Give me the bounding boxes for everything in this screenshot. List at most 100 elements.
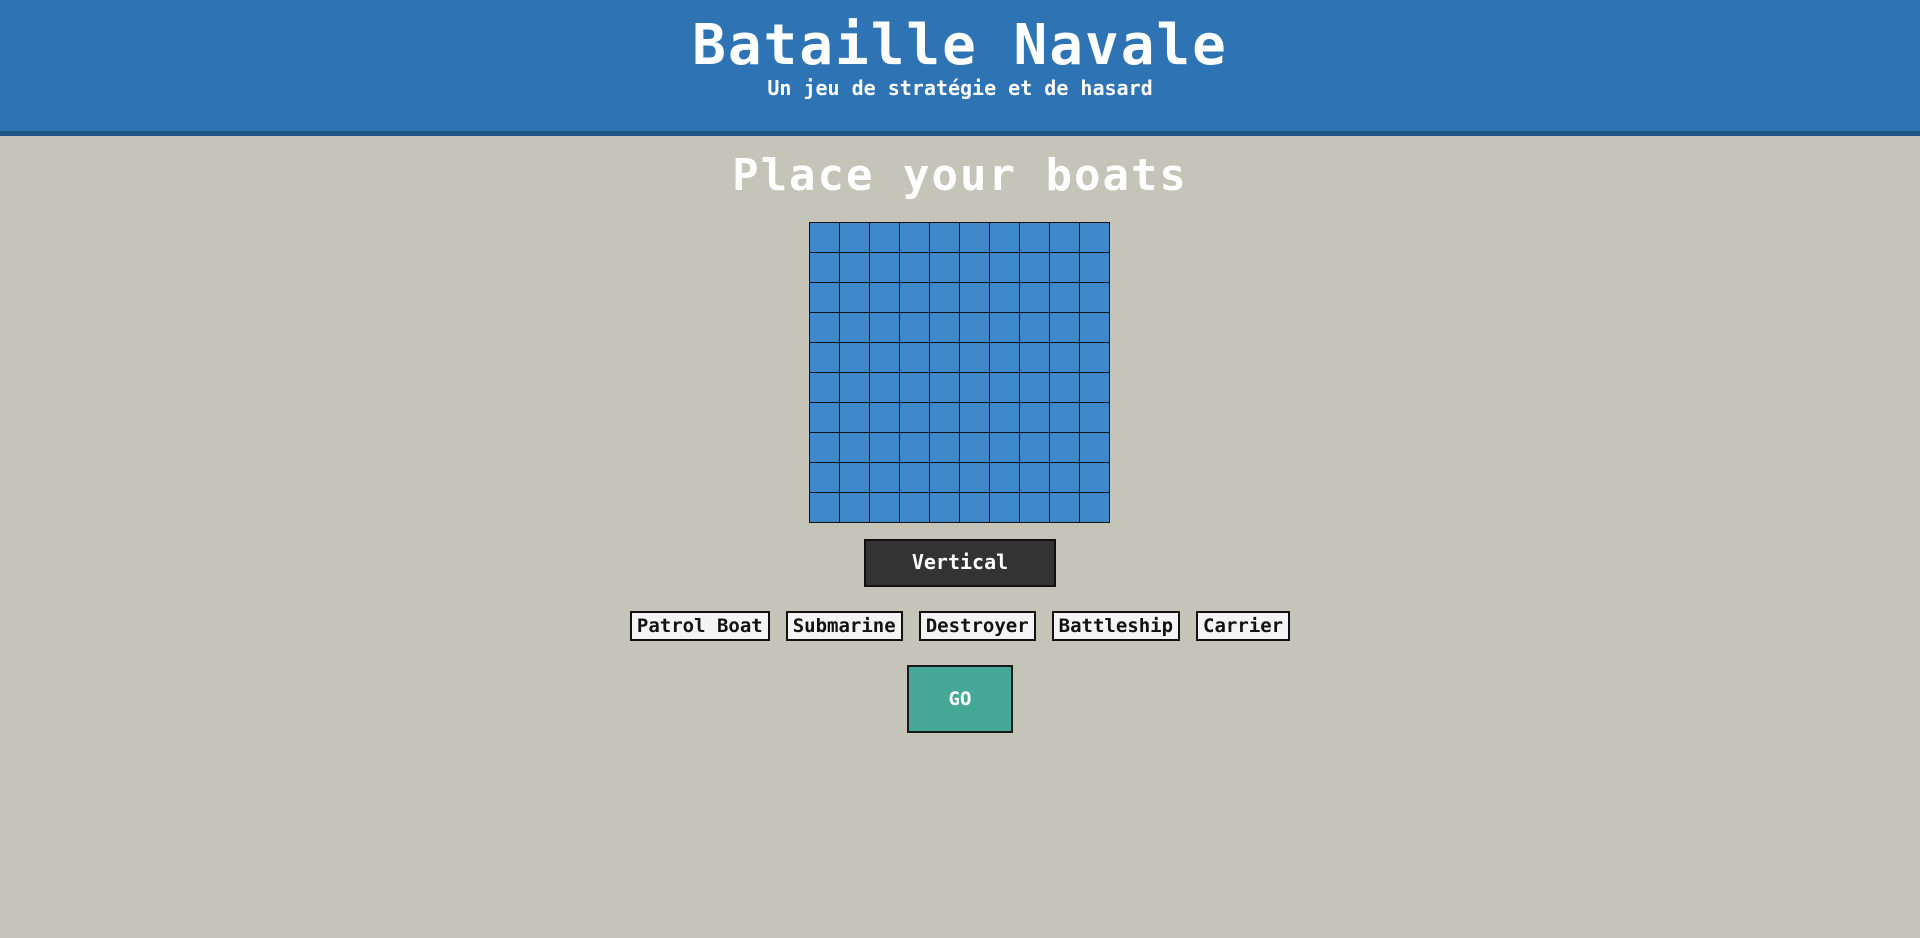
board-cell[interactable]: [900, 313, 929, 342]
board-cell[interactable]: [960, 283, 989, 312]
board-cell[interactable]: [1080, 493, 1109, 522]
board-cell[interactable]: [900, 493, 929, 522]
board-cell[interactable]: [1080, 223, 1109, 252]
board-cell[interactable]: [1020, 343, 1049, 372]
board-cell[interactable]: [870, 403, 899, 432]
board-cell[interactable]: [1080, 403, 1109, 432]
board-cell[interactable]: [1050, 493, 1079, 522]
board-cell[interactable]: [1080, 463, 1109, 492]
board-cell[interactable]: [900, 283, 929, 312]
board-cell[interactable]: [900, 373, 929, 402]
board-cell[interactable]: [870, 463, 899, 492]
board-cell[interactable]: [840, 313, 869, 342]
board-cell[interactable]: [1050, 403, 1079, 432]
board-cell[interactable]: [960, 433, 989, 462]
board-cell[interactable]: [810, 433, 839, 462]
board-cell[interactable]: [870, 493, 899, 522]
board-cell[interactable]: [1050, 463, 1079, 492]
board-cell[interactable]: [1020, 433, 1049, 462]
board-cell[interactable]: [900, 463, 929, 492]
board-cell[interactable]: [810, 223, 839, 252]
board-cell[interactable]: [930, 223, 959, 252]
board-cell[interactable]: [1050, 313, 1079, 342]
board-cell[interactable]: [1050, 253, 1079, 282]
board-cell[interactable]: [870, 313, 899, 342]
board-cell[interactable]: [870, 433, 899, 462]
board-cell[interactable]: [1020, 493, 1049, 522]
board-cell[interactable]: [990, 403, 1019, 432]
board-cell[interactable]: [990, 373, 1019, 402]
board-cell[interactable]: [1080, 433, 1109, 462]
go-button[interactable]: GO: [907, 665, 1013, 733]
board-cell[interactable]: [930, 283, 959, 312]
board-cell[interactable]: [870, 373, 899, 402]
board-cell[interactable]: [840, 343, 869, 372]
board-cell[interactable]: [900, 433, 929, 462]
board-cell[interactable]: [930, 403, 959, 432]
board-cell[interactable]: [1020, 223, 1049, 252]
board-cell[interactable]: [840, 433, 869, 462]
board-cell[interactable]: [1020, 403, 1049, 432]
board-cell[interactable]: [1020, 463, 1049, 492]
board-cell[interactable]: [1080, 313, 1109, 342]
board-cell[interactable]: [840, 223, 869, 252]
board-cell[interactable]: [1050, 283, 1079, 312]
board-cell[interactable]: [870, 283, 899, 312]
board-cell[interactable]: [1020, 283, 1049, 312]
board-cell[interactable]: [990, 463, 1019, 492]
board-cell[interactable]: [810, 283, 839, 312]
board-cell[interactable]: [810, 253, 839, 282]
board-cell[interactable]: [810, 463, 839, 492]
board-cell[interactable]: [1080, 343, 1109, 372]
board-cell[interactable]: [960, 373, 989, 402]
board-cell[interactable]: [900, 343, 929, 372]
board-cell[interactable]: [1050, 433, 1079, 462]
placement-board[interactable]: [809, 222, 1110, 523]
board-cell[interactable]: [990, 343, 1019, 372]
board-cell[interactable]: [810, 313, 839, 342]
board-cell[interactable]: [960, 223, 989, 252]
board-cell[interactable]: [810, 343, 839, 372]
boat-button-carrier[interactable]: Carrier: [1196, 611, 1291, 641]
board-cell[interactable]: [990, 253, 1019, 282]
board-cell[interactable]: [930, 493, 959, 522]
board-cell[interactable]: [1080, 253, 1109, 282]
boat-button-destroyer[interactable]: Destroyer: [918, 611, 1036, 641]
orientation-toggle-button[interactable]: Vertical: [864, 539, 1056, 587]
board-cell[interactable]: [1020, 313, 1049, 342]
board-cell[interactable]: [930, 253, 959, 282]
board-cell[interactable]: [930, 463, 959, 492]
board-cell[interactable]: [1050, 343, 1079, 372]
board-cell[interactable]: [930, 343, 959, 372]
board-cell[interactable]: [960, 313, 989, 342]
board-cell[interactable]: [810, 373, 839, 402]
board-cell[interactable]: [1080, 373, 1109, 402]
board-cell[interactable]: [930, 313, 959, 342]
board-cell[interactable]: [900, 403, 929, 432]
board-cell[interactable]: [960, 493, 989, 522]
board-cell[interactable]: [990, 313, 1019, 342]
board-cell[interactable]: [1020, 253, 1049, 282]
board-cell[interactable]: [870, 223, 899, 252]
board-cell[interactable]: [960, 343, 989, 372]
board-cell[interactable]: [1050, 373, 1079, 402]
board-cell[interactable]: [840, 403, 869, 432]
board-cell[interactable]: [930, 433, 959, 462]
board-cell[interactable]: [1080, 283, 1109, 312]
board-cell[interactable]: [990, 433, 1019, 462]
board-cell[interactable]: [990, 493, 1019, 522]
board-cell[interactable]: [960, 253, 989, 282]
boat-button-patrol-boat[interactable]: Patrol Boat: [629, 611, 770, 641]
board-cell[interactable]: [990, 223, 1019, 252]
board-cell[interactable]: [960, 463, 989, 492]
board-cell[interactable]: [840, 253, 869, 282]
board-cell[interactable]: [1020, 373, 1049, 402]
board-cell[interactable]: [990, 283, 1019, 312]
board-cell[interactable]: [840, 373, 869, 402]
board-cell[interactable]: [900, 223, 929, 252]
board-cell[interactable]: [960, 403, 989, 432]
board-cell[interactable]: [840, 463, 869, 492]
board-cell[interactable]: [900, 253, 929, 282]
board-cell[interactable]: [870, 253, 899, 282]
board-cell[interactable]: [840, 283, 869, 312]
